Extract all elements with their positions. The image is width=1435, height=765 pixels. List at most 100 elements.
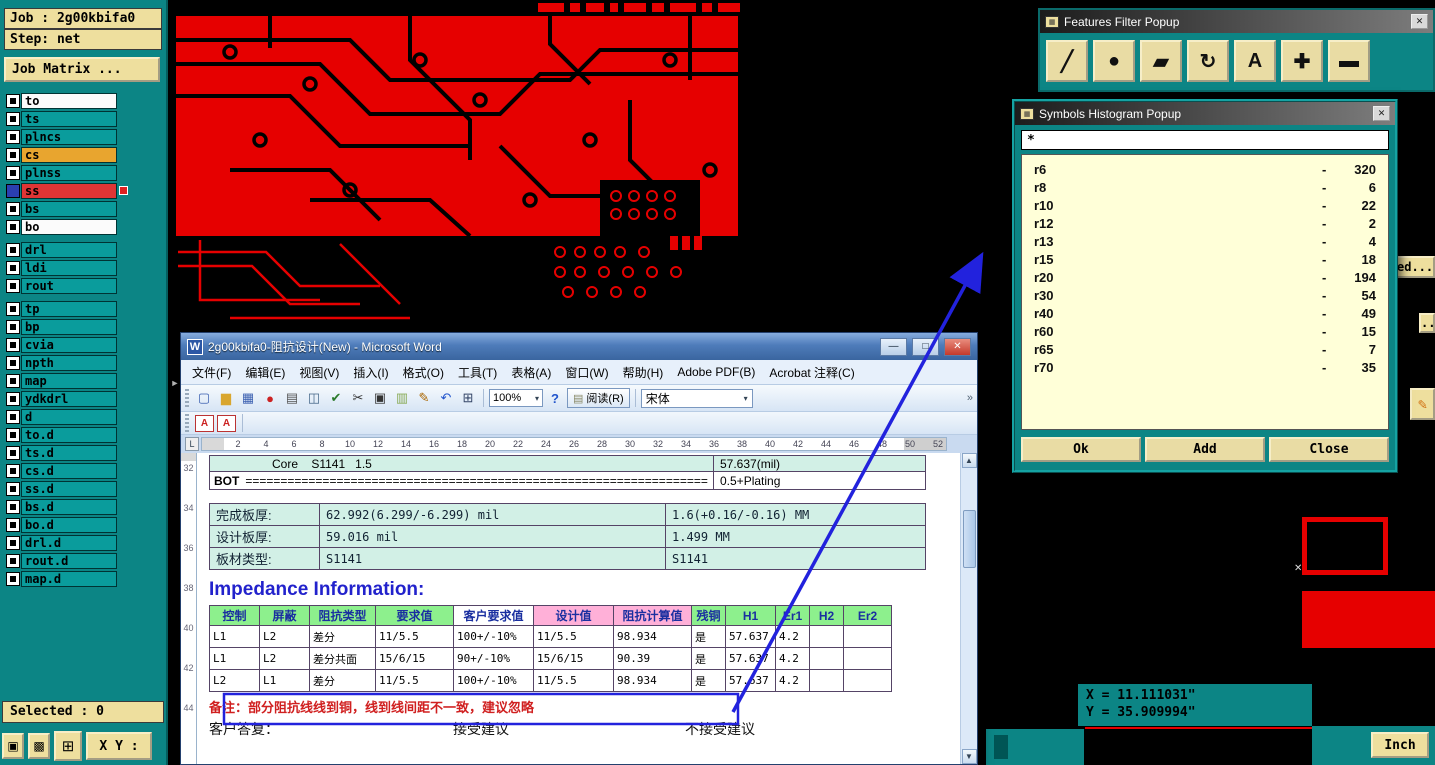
- layer-row[interactable]: bp: [6, 318, 166, 335]
- layer-row[interactable]: map.d: [6, 570, 166, 587]
- tab-selector-icon[interactable]: L: [185, 437, 199, 451]
- stackup-bot-cell[interactable]: BOT ====================================…: [209, 471, 714, 490]
- help-icon[interactable]: ?: [545, 388, 565, 408]
- minimize-button[interactable]: —: [880, 337, 907, 356]
- close-button[interactable]: ✕: [944, 337, 971, 356]
- layer-name-label[interactable]: bo: [21, 218, 117, 235]
- negative-tool-icon[interactable]: ▬: [1328, 40, 1370, 82]
- symbol-histogram-row[interactable]: r70 - 35: [1034, 360, 1376, 378]
- layer-visibility-checkbox[interactable]: [6, 499, 20, 514]
- layer-row[interactable]: cvia: [6, 336, 166, 353]
- layer-visibility-checkbox[interactable]: [6, 278, 20, 293]
- layer-row[interactable]: plnss: [6, 164, 166, 181]
- layer-name-label[interactable]: npth: [21, 354, 117, 371]
- menu-item[interactable]: 表格(A): [504, 361, 558, 384]
- pan-view-icon[interactable]: ▣: [2, 733, 24, 759]
- menu-item[interactable]: 窗口(W): [558, 361, 615, 384]
- close-icon[interactable]: ✕: [1373, 106, 1390, 121]
- layer-name-label[interactable]: ldi: [21, 259, 117, 276]
- print-icon[interactable]: ▤: [282, 388, 302, 408]
- layer-visibility-checkbox[interactable]: [6, 301, 20, 316]
- impedance-data-row[interactable]: L1 L2 差分共面 15/6/15 90+/-10% 15/6/15 90.3…: [209, 647, 892, 670]
- vertical-ruler[interactable]: 32 34 36 38 40 42 44: [181, 453, 197, 764]
- zoom-view-icon[interactable]: ▩: [28, 733, 50, 759]
- open-folder-icon[interactable]: ▆: [216, 388, 236, 408]
- add-button[interactable]: Add: [1145, 437, 1265, 462]
- menu-item[interactable]: 帮助(H): [616, 361, 671, 384]
- layer-row[interactable]: rout: [6, 277, 166, 294]
- layer-name-label[interactable]: d: [21, 408, 117, 425]
- grid-toggle-icon[interactable]: ⊞: [54, 731, 82, 761]
- reject-suggestion-label[interactable]: 不接受建议: [685, 719, 755, 739]
- close-icon[interactable]: ✕: [1411, 14, 1428, 29]
- menu-item[interactable]: 编辑(E): [238, 361, 292, 384]
- accept-suggestion-label[interactable]: 接受建议: [453, 719, 509, 739]
- copy-icon[interactable]: ▣: [370, 388, 390, 408]
- vertical-scrollbar[interactable]: ▲ ▼: [960, 453, 977, 764]
- permission-icon[interactable]: ●: [260, 388, 280, 408]
- layer-row[interactable]: npth: [6, 354, 166, 371]
- convert-to-pdf-icon[interactable]: A: [195, 414, 214, 432]
- layer-name-label[interactable]: plnss: [21, 164, 117, 181]
- scrollbar-thumb[interactable]: [962, 510, 976, 568]
- layer-visibility-checkbox[interactable]: [6, 571, 20, 586]
- symbol-histogram-row[interactable]: r6 - 320: [1034, 162, 1376, 180]
- layer-name-label[interactable]: ydkdrl: [21, 390, 117, 407]
- layer-visibility-checkbox[interactable]: [6, 242, 20, 257]
- layer-name-label[interactable]: cs.d: [21, 462, 117, 479]
- layer-name-label[interactable]: map: [21, 372, 117, 389]
- board-info-row[interactable]: 设计板厚: 59.016 mil 1.499 MM: [209, 525, 926, 548]
- toolbar-overflow-icon[interactable]: »: [967, 392, 973, 404]
- toolbar-drag-handle[interactable]: [185, 414, 189, 432]
- layer-name-label[interactable]: bo.d: [21, 516, 117, 533]
- pad-tool-icon[interactable]: ●: [1093, 40, 1135, 82]
- stackup-core-cell[interactable]: Core S1141 1.5: [209, 455, 714, 472]
- features-filter-title-bar[interactable]: ▦ Features Filter Popup ✕: [1040, 10, 1433, 33]
- layer-visibility-checkbox[interactable]: [6, 219, 20, 234]
- layer-name-label[interactable]: ts.d: [21, 444, 117, 461]
- layer-visibility-checkbox[interactable]: [6, 165, 20, 180]
- layer-name-label[interactable]: rout.d: [21, 552, 117, 569]
- arc-tool-icon[interactable]: ↻: [1187, 40, 1229, 82]
- line-tool-icon[interactable]: ╱: [1046, 40, 1088, 82]
- layer-visibility-checkbox[interactable]: [6, 129, 20, 144]
- layer-name-label[interactable]: map.d: [21, 570, 117, 587]
- layer-visibility-checkbox[interactable]: [6, 373, 20, 388]
- symbol-filter-input[interactable]: [1021, 130, 1389, 150]
- layer-row[interactable]: bo: [6, 218, 166, 235]
- layer-visibility-checkbox[interactable]: [6, 355, 20, 370]
- pdf-email-icon[interactable]: A: [217, 414, 236, 432]
- obscured-button[interactable]: ed...: [1395, 256, 1435, 278]
- units-button[interactable]: Inch: [1371, 732, 1429, 758]
- layer-name-label[interactable]: ts: [21, 110, 117, 127]
- layer-visibility-checkbox[interactable]: [6, 337, 20, 352]
- layer-row[interactable]: rout.d: [6, 552, 166, 569]
- layer-name-label[interactable]: rout: [21, 277, 117, 294]
- menu-item[interactable]: 工具(T): [451, 361, 504, 384]
- symbol-histogram-row[interactable]: r8 - 6: [1034, 180, 1376, 198]
- symbol-histogram-row[interactable]: r40 - 49: [1034, 306, 1376, 324]
- layer-visibility-checkbox[interactable]: [6, 319, 20, 334]
- impedance-data-row[interactable]: L1 L2 差分 11/5.5 100+/-10% 11/5.5 98.934 …: [209, 625, 892, 648]
- layer-row[interactable]: ydkdrl: [6, 390, 166, 407]
- layer-name-label[interactable]: plncs: [21, 128, 117, 145]
- layer-visibility-checkbox[interactable]: [6, 553, 20, 568]
- symbol-histogram-row[interactable]: r20 - 194: [1034, 270, 1376, 288]
- layer-row[interactable]: ts.d: [6, 444, 166, 461]
- layer-row[interactable]: bo.d: [6, 516, 166, 533]
- scroll-up-icon[interactable]: ▲: [961, 453, 977, 468]
- maximize-button[interactable]: □: [912, 337, 939, 356]
- layer-visibility-checkbox[interactable]: [6, 201, 20, 216]
- paste-icon[interactable]: ▥: [392, 388, 412, 408]
- layer-visibility-checkbox[interactable]: [6, 517, 20, 532]
- layer-row[interactable]: bs: [6, 200, 166, 217]
- symbol-histogram-row[interactable]: r65 - 7: [1034, 342, 1376, 360]
- symbols-histogram-title-bar[interactable]: ▦ Symbols Histogram Popup ✕: [1015, 102, 1395, 125]
- word-title-bar[interactable]: W 2g00kbifa0-阻抗设计(New) - Microsoft Word …: [181, 333, 977, 360]
- layer-name-label[interactable]: bs: [21, 200, 117, 217]
- new-document-icon[interactable]: ▢: [194, 388, 214, 408]
- symbol-histogram-row[interactable]: r15 - 18: [1034, 252, 1376, 270]
- layer-row[interactable]: drl.d: [6, 534, 166, 551]
- print-preview-icon[interactable]: ◫: [304, 388, 324, 408]
- surface-tool-icon[interactable]: ▰: [1140, 40, 1182, 82]
